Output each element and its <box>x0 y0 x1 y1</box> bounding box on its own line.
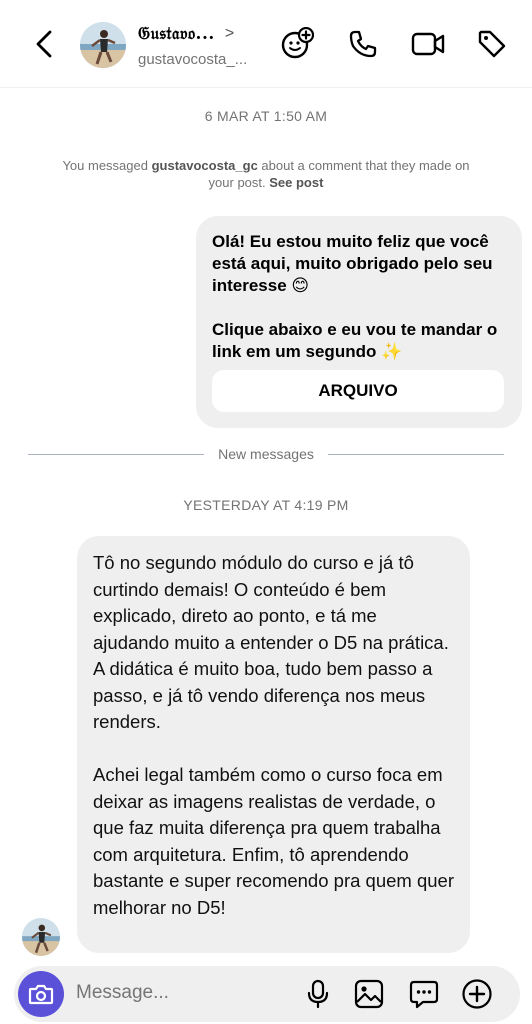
notice-user[interactable]: gustavocosta_gc <box>152 158 258 173</box>
new-messages-divider: New messages <box>28 443 505 465</box>
message-input[interactable] <box>76 982 286 1004</box>
microphone-icon[interactable] <box>302 978 334 1010</box>
outgoing-message-card[interactable]: Olá! Eu estou muito feliz que você está … <box>196 216 522 428</box>
incoming-message-bubble[interactable]: Tô no segundo módulo do curso e já tô cu… <box>77 536 470 953</box>
video-icon[interactable] <box>410 26 446 62</box>
chat-header: 𝔊𝔲𝔰𝔱𝔞𝔳𝔬... > gustavocosta_... <box>0 0 532 88</box>
chevron-right-icon: > <box>224 25 235 42</box>
add-icon[interactable] <box>461 978 493 1010</box>
avatar[interactable] <box>80 22 126 68</box>
see-post-link[interactable]: See post <box>269 175 323 190</box>
new-messages-label: New messages <box>218 446 314 462</box>
camera-icon[interactable] <box>18 971 64 1017</box>
back-arrow-icon[interactable] <box>26 26 62 62</box>
timestamp: YESTERDAY AT 4:19 PM <box>183 497 349 513</box>
timestamp: 6 MAR AT 1:50 AM <box>204 108 328 124</box>
divider-line <box>327 453 505 455</box>
contact-handle[interactable]: gustavocosta_... <box>138 51 247 68</box>
phone-icon[interactable] <box>345 26 381 62</box>
incoming-message-text: Tô no segundo módulo do curso e já tô cu… <box>93 552 454 918</box>
message-composer <box>14 966 520 1022</box>
sender-avatar[interactable] <box>22 918 60 956</box>
sticker-icon[interactable] <box>408 978 440 1010</box>
tag-icon[interactable] <box>474 26 510 62</box>
contact-name: 𝔊𝔲𝔰𝔱𝔞𝔳𝔬... <box>138 24 215 44</box>
outgoing-message-text: Olá! Eu estou muito feliz que você está … <box>212 232 498 361</box>
arquivo-button[interactable]: ARQUIVO <box>212 370 504 412</box>
contact-name-row[interactable]: 𝔊𝔲𝔰𝔱𝔞𝔳𝔬... > <box>138 24 234 44</box>
effects-icon[interactable] <box>279 26 315 62</box>
divider-line <box>28 453 205 455</box>
gallery-icon[interactable] <box>353 978 385 1010</box>
notice-prefix: You messaged <box>62 158 152 173</box>
comment-notice: You messaged gustavocosta_gc about a com… <box>60 157 472 191</box>
